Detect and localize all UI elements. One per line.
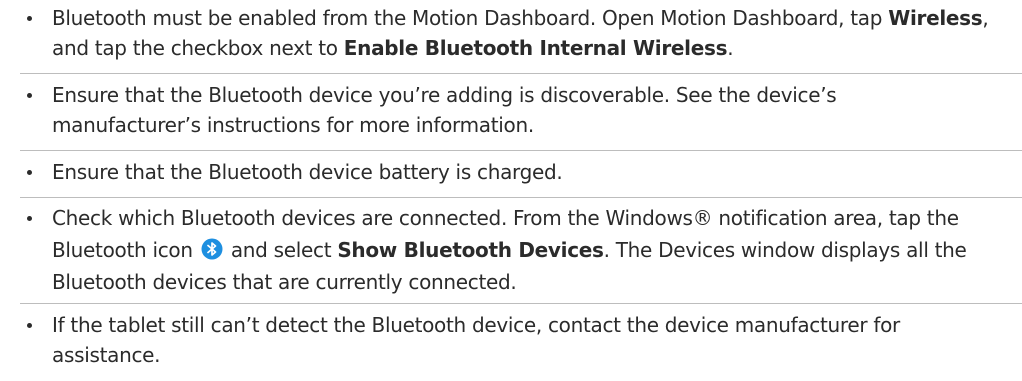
list-item-text: Bluetooth must be enabled from the Motio…	[52, 6, 889, 30]
divider	[20, 303, 1022, 304]
bullet-dot	[27, 16, 32, 21]
list-item-text: .	[727, 36, 734, 60]
enable-bluetooth-label: Enable Bluetooth Internal Wireless	[343, 36, 728, 60]
bluetooth-icon	[201, 238, 223, 260]
divider	[20, 73, 1022, 74]
list-item: Check which Bluetooth devices are connec…	[0, 202, 1022, 298]
show-bluetooth-devices-label: Show Bluetooth Devices	[337, 238, 604, 262]
bullet-dot	[27, 170, 32, 175]
list-item: Ensure that the Bluetooth device battery…	[0, 157, 1022, 187]
list-item: Bluetooth must be enabled from the Motio…	[0, 3, 1022, 63]
list-item-text: and select	[230, 238, 338, 262]
list-item-text: If the tablet still can’t detect the Blu…	[52, 313, 900, 367]
list-item: If the tablet still can’t detect the Blu…	[0, 310, 1022, 370]
list-item: Ensure that the Bluetooth device you’re …	[0, 80, 982, 140]
bullet-dot	[27, 216, 32, 221]
divider	[20, 150, 1022, 151]
bullet-dot	[27, 93, 32, 98]
list-item-text: Ensure that the Bluetooth device you’re …	[52, 83, 837, 137]
wireless-label: Wireless	[888, 6, 983, 30]
list-item-text: Ensure that the Bluetooth device battery…	[52, 160, 563, 184]
divider	[20, 197, 1022, 198]
bullet-dot	[27, 323, 32, 328]
